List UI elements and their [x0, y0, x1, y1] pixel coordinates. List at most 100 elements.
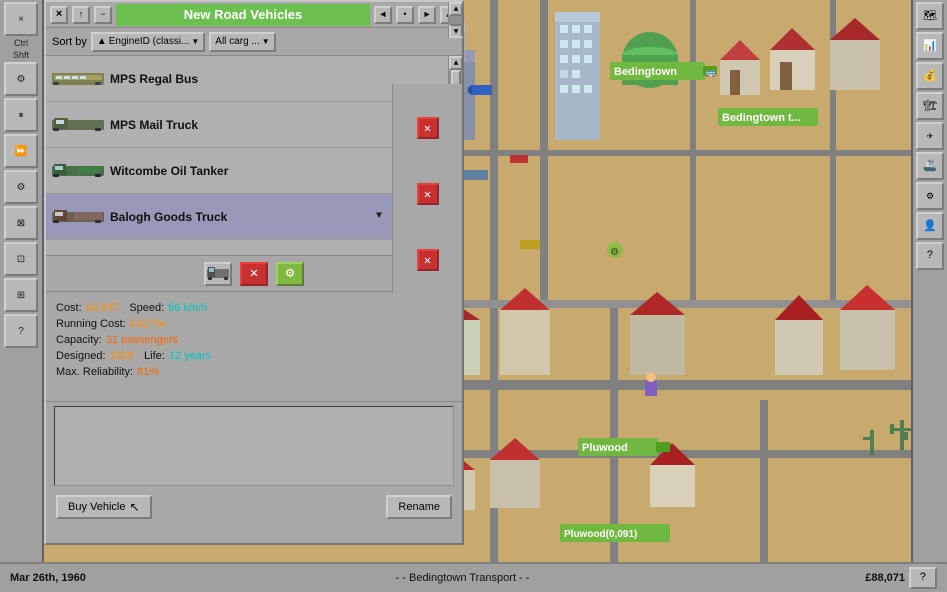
left-sidebar: × Ctrl Shft ⚙ ⏸ ⏩ ⚙ ⊠ ⊡ ⊞ ? — [0, 0, 44, 592]
sort-field-label: EngineID (classi... — [109, 36, 190, 47]
designed-value: 1929 — [110, 348, 134, 364]
vehicle-name-1: MPS Mail Truck — [110, 118, 198, 132]
info-cost-row: Cost: £4,937 Speed: 56 km/h — [56, 300, 452, 316]
truck-sprite-1 — [52, 117, 104, 133]
cost-value: £4,937 — [86, 300, 120, 316]
rename-label: Rename — [398, 501, 440, 513]
svg-text:Pluwood(0,091): Pluwood(0,091) — [564, 529, 637, 540]
options-btn[interactable]: ⚙ — [4, 170, 38, 204]
new-btn[interactable]: ⊞ — [4, 278, 38, 312]
bus-sprite-0 — [52, 71, 104, 87]
status-date: Mar 26th, 1960 — [10, 572, 140, 584]
vehicle-right-panel: ✕ ✕ ✕ — [392, 84, 462, 294]
sort-field-dropdown[interactable]: ▲ EngineID (classi... ▼ — [91, 32, 205, 52]
title-bar: × ↑ − New Road Vehicles ◄ • ► ▲ — [46, 2, 462, 28]
vehicle-preview-area — [54, 406, 454, 486]
save-btn[interactable]: ⊠ — [4, 206, 38, 240]
window-title: New Road Vehicles — [116, 4, 370, 26]
ctrl-scroll-down[interactable]: ▲ — [449, 24, 463, 38]
rename-btn[interactable]: Rename — [386, 495, 452, 519]
vehicle-name-2: Witcombe Oil Tanker — [110, 164, 228, 178]
capacity-value: 31 passengers — [106, 332, 178, 348]
vehicle-gear-btn[interactable]: ⚙ — [276, 262, 304, 286]
running-cost-value: £427/yr — [130, 316, 167, 332]
truck-sprite-3 — [52, 209, 104, 225]
sort-label: Sort by — [52, 36, 87, 48]
help-sidebar-btn[interactable]: ? — [4, 314, 38, 348]
svg-text:⚙: ⚙ — [610, 247, 619, 258]
build-btn[interactable]: 🏗 — [916, 92, 944, 120]
vehicle-preview-btn[interactable] — [204, 262, 232, 286]
window-dot-btn[interactable]: • — [396, 6, 414, 24]
right-toolbar: 🗺 📊 💰 🏗 ✈ 🚢 ⚙ 👤 ? — [911, 0, 947, 562]
cargo-filter-label: All carg ... — [215, 36, 259, 47]
truck-sprite-2 — [52, 163, 104, 179]
speed-value: 56 km/h — [168, 300, 207, 316]
buy-vehicle-label: Buy Vehicle — [68, 501, 125, 513]
info-running-cost-row: Running Cost: £427/yr — [56, 316, 452, 332]
ctrl-scrollbar: ▲ ▲ — [448, 2, 462, 38]
buy-vehicle-btn[interactable]: Buy Vehicle ↖ — [56, 495, 152, 519]
pause-btn[interactable]: ⏸ — [4, 98, 38, 132]
truck-preview-icon — [207, 265, 229, 283]
reliability-label: Max. Reliability: — [56, 364, 133, 380]
close-world-btn[interactable]: × — [4, 2, 38, 36]
sort-bar: Sort by ▲ EngineID (classi... ▼ All carg… — [46, 28, 462, 56]
vehicle-name-0: MPS Regal Bus — [110, 72, 198, 86]
ctrl-label: Ctrl — [1, 38, 41, 48]
settings-rt-btn[interactable]: ⚙ — [916, 182, 944, 210]
life-label: Life: — [144, 348, 165, 364]
status-bar: Mar 26th, 1960 - - Bedingtown Transport … — [0, 562, 947, 592]
scroll-up-btn[interactable]: ▲ — [449, 56, 462, 70]
cost-label: Cost: — [56, 300, 82, 316]
vehicle-0-cross-btn[interactable]: ✕ — [417, 117, 439, 139]
map-btn[interactable]: 🗺 — [916, 2, 944, 30]
help-status-btn[interactable]: ? — [909, 567, 937, 589]
city-background: Bedingtown 🚌 Bedingtown t... Pluwood Plu… — [410, 0, 947, 592]
city-svg: Bedingtown 🚌 Bedingtown t... Pluwood Plu… — [410, 0, 947, 592]
vehicle-cross-btn[interactable]: ✕ — [240, 262, 268, 286]
info-reliability-row: Max. Reliability: 81% — [56, 364, 452, 380]
ctrl-scroll-up[interactable]: ▲ — [449, 2, 463, 16]
window-arrows-right[interactable]: ► — [418, 6, 436, 24]
cargo-chevron: ▼ — [262, 37, 270, 46]
svg-text:🚌: 🚌 — [705, 67, 716, 77]
designed-label: Designed: — [56, 348, 106, 364]
vehicle-1-cross-btn[interactable]: ✕ — [417, 183, 439, 205]
shft-label: Shft — [1, 50, 41, 60]
help-rt-btn[interactable]: ? — [916, 242, 944, 270]
load-btn[interactable]: ⊡ — [4, 242, 38, 276]
action-bar: Buy Vehicle ↖ Rename — [46, 490, 462, 524]
stats-btn[interactable]: 📊 — [916, 32, 944, 60]
svg-text:Bedingtown: Bedingtown — [614, 66, 677, 78]
svg-text:Pluwood: Pluwood — [582, 442, 628, 454]
vehicle-window: × ↑ − New Road Vehicles ◄ • ► ▲ Sort by … — [44, 0, 464, 545]
capacity-label: Capacity: — [56, 332, 102, 348]
plane-btn[interactable]: ✈ — [916, 122, 944, 150]
finance-btn[interactable]: 💰 — [916, 62, 944, 90]
ctrl-scroll-track — [449, 16, 462, 24]
speed-label: Speed: — [129, 300, 164, 316]
info-designed-row: Designed: 1929 Life: 12 years — [56, 348, 452, 364]
settings-btn[interactable]: ⚙ — [4, 62, 38, 96]
cursor-icon: ↖ — [129, 500, 139, 514]
life-value: 12 years — [169, 348, 211, 364]
svg-text:Bedingtown t...: Bedingtown t... — [722, 112, 801, 124]
cargo-filter-dropdown[interactable]: All carg ... ▼ — [209, 32, 275, 52]
info-capacity-row: Capacity: 31 passengers — [56, 332, 452, 348]
window-min-btn[interactable]: − — [94, 6, 112, 24]
running-cost-label: Running Cost: — [56, 316, 126, 332]
vehicle-2-cross-btn[interactable]: ✕ — [417, 249, 439, 271]
fast-forward-btn[interactable]: ⏩ — [4, 134, 38, 168]
window-pin-btn[interactable]: ↑ — [72, 6, 90, 24]
window-arrows-left[interactable]: ◄ — [374, 6, 392, 24]
status-company: - - Bedingtown Transport - - — [140, 572, 785, 584]
ship-btn[interactable]: 🚢 — [916, 152, 944, 180]
status-money: £88,071 — [785, 572, 905, 584]
vehicle-info: Cost: £4,937 Speed: 56 km/h Running Cost… — [46, 292, 462, 402]
reliability-value: 81% — [137, 364, 159, 380]
player-btn[interactable]: 👤 — [916, 212, 944, 240]
sort-chevron: ▼ — [191, 37, 199, 46]
sort-arrow: ▲ — [97, 36, 107, 47]
window-close-btn[interactable]: × — [50, 6, 68, 24]
